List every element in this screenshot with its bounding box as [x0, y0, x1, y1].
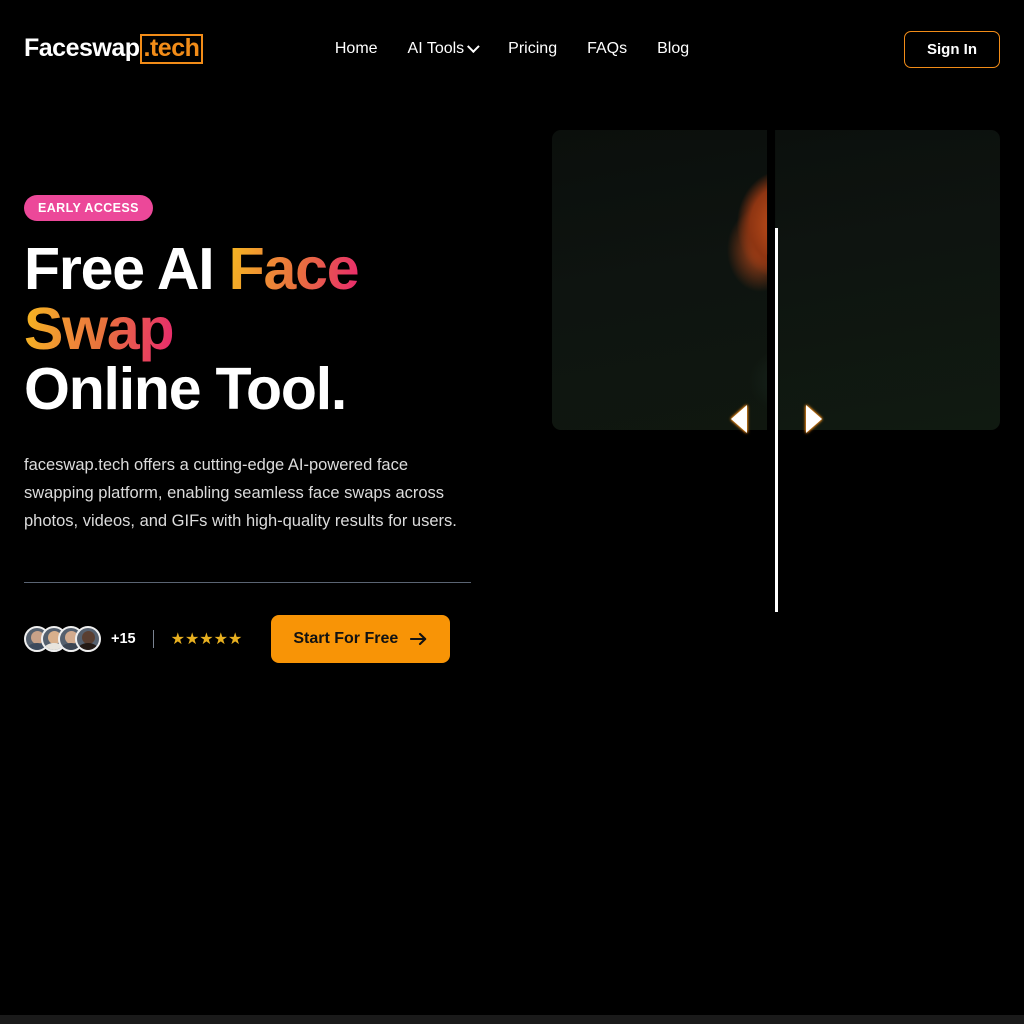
logo-tld: .tech [139, 34, 204, 64]
early-access-badge: EARLY ACCESS [24, 195, 153, 221]
avatar [75, 626, 101, 652]
arrow-right-icon[interactable] [806, 405, 822, 433]
headline-line2-gradient: Swap [24, 296, 175, 362]
nav-item-label: Home [334, 40, 378, 57]
nav-item-label: FAQs [587, 40, 628, 57]
headline-line1-plain: Free AI [24, 236, 229, 302]
hero-content: EARLY ACCESS Free AI Face Swap Online To… [24, 195, 484, 663]
nav-item-home[interactable]: Home [335, 40, 378, 58]
nav-item-ai-tools[interactable]: AI Tools [407, 39, 481, 58]
avatar-extra-count: +15 [111, 631, 136, 647]
start-for-free-button[interactable]: Start For Free [271, 615, 451, 663]
nav-item-label: Pricing [508, 40, 558, 57]
nav-item-pricing[interactable]: Pricing [508, 40, 557, 58]
vertical-divider [152, 630, 154, 648]
nav-item-faqs[interactable]: FAQs [587, 40, 627, 58]
hero-subtitle: faceswap.tech offers a cutting-edge AI-p… [24, 456, 457, 530]
chevron-down-icon [467, 39, 481, 53]
hero-cta-row: +15 ★★★★★ Start For Free [24, 615, 484, 663]
headline-line3-plain: Online Tool. [24, 356, 347, 422]
nav-item-label: AI Tools [407, 40, 465, 57]
arrow-left-icon[interactable] [731, 405, 747, 433]
main-navigation: Home AI Tools Pricing FAQs Blog [335, 39, 689, 58]
sign-in-button[interactable]: Sign In [904, 30, 1000, 68]
arrow-right-icon [410, 632, 427, 646]
start-for-free-label: Start For Free [293, 630, 399, 647]
site-logo[interactable]: Faceswap .tech [24, 34, 204, 64]
star-rating: ★★★★★ [170, 631, 243, 648]
nav-item-blog[interactable]: Blog [657, 40, 689, 58]
page-title: Free AI Face Swap Online Tool. [24, 239, 484, 419]
hero-divider [24, 582, 471, 583]
headline-line1-gradient: Face [228, 236, 360, 302]
avatar-group [24, 626, 101, 652]
comparison-divider-line[interactable] [775, 228, 778, 612]
logo-name: Faceswap [24, 34, 140, 63]
horizontal-scrollbar[interactable] [0, 1015, 1024, 1024]
nav-item-label: Blog [657, 40, 690, 57]
site-header: Faceswap .tech Home AI Tools Pricing FAQs… [0, 0, 1024, 98]
